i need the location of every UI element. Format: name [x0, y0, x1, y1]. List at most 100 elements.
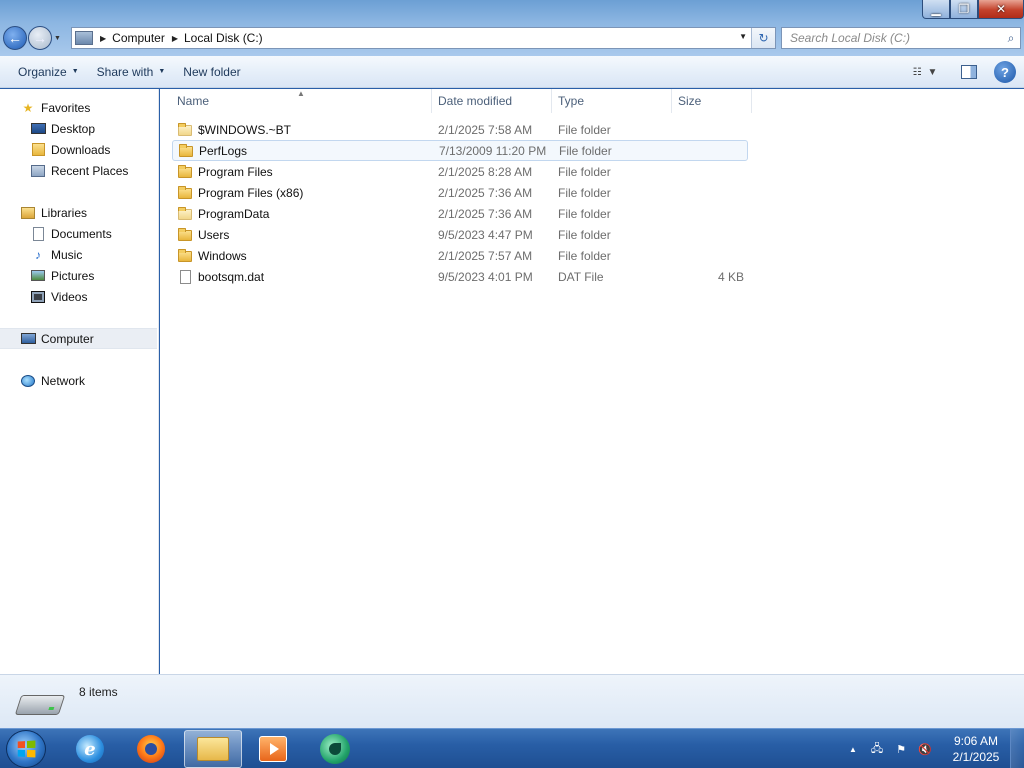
back-arrow-icon: ← [8, 30, 22, 46]
nav-libraries-label: Libraries [41, 205, 88, 220]
volume-muted-icon[interactable]: 🔇 [916, 740, 934, 758]
restore-icon: ❐ [958, 2, 970, 16]
chevron-down-icon: ▼ [71, 68, 79, 75]
show-desktop-button[interactable] [1010, 729, 1024, 768]
forward-button[interactable]: → [28, 26, 52, 50]
refresh-button[interactable]: ↻ [751, 28, 775, 48]
share-with-button[interactable]: Share with ▼ [88, 60, 175, 84]
nav-desktop[interactable]: Desktop [0, 118, 157, 139]
details-pane: 8 items [0, 674, 1024, 728]
command-bar: Organize ▼ Share with ▼ New folder ☷ ▼ ? [0, 56, 1024, 88]
file-row[interactable]: Users 9/5/2023 4:47 PM File folder [172, 224, 748, 245]
media-player-icon [259, 736, 287, 762]
nav-recent-places-label: Recent Places [51, 163, 129, 178]
organize-label: Organize [18, 64, 67, 79]
taskbar-windows-explorer[interactable] [184, 730, 242, 768]
folder-icon [178, 227, 194, 242]
change-view-button[interactable]: ☷ ▼ [904, 60, 946, 84]
file-row-hovered[interactable]: PerfLogs 7/13/2009 11:20 PM File folder [172, 140, 748, 161]
minimize-button[interactable]: ▁ [922, 0, 950, 19]
help-icon: ? [1001, 64, 1009, 80]
taskbar-firefox[interactable] [122, 730, 180, 768]
nav-videos[interactable]: Videos [0, 286, 157, 307]
pictures-icon [30, 269, 46, 283]
taskbar-app[interactable] [306, 730, 364, 768]
clock[interactable]: 9:06 AM 2/1/2025 [942, 733, 1010, 765]
file-row[interactable]: ProgramData 2/1/2025 7:36 AM File folder [172, 203, 748, 224]
chat-app-icon [320, 734, 350, 764]
downloads-icon [30, 143, 46, 157]
search-box[interactable]: Search Local Disk (C:) ⌕ [781, 27, 1021, 49]
nav-downloads[interactable]: Downloads [0, 139, 157, 160]
nav-computer[interactable]: Computer [0, 328, 157, 349]
nav-favorites[interactable]: ★ Favorites [0, 97, 157, 118]
view-controls: ☷ ▼ ? [904, 60, 1016, 84]
nav-downloads-label: Downloads [51, 142, 111, 157]
documents-icon [30, 226, 46, 241]
nav-music[interactable]: ♪ Music [0, 244, 157, 265]
column-header-name[interactable]: ▲ Name [160, 89, 432, 113]
file-name: bootsqm.dat [198, 269, 265, 284]
recent-pages-dropdown[interactable]: ▼ [54, 35, 62, 42]
favorites-star-icon: ★ [22, 100, 34, 115]
file-type: File folder [558, 122, 611, 137]
file-row[interactable]: Program Files 2/1/2025 8:28 AM File fold… [172, 161, 748, 182]
organize-button[interactable]: Organize ▼ [9, 60, 88, 84]
window-controls: ▁ ❐ ✕ [922, 0, 1024, 19]
notification-area: ▲ 🖧 ⚑ 🔇 9:06 AM 2/1/2025 [844, 729, 1024, 768]
maximize-button[interactable]: ❐ [950, 0, 978, 19]
breadcrumb-separator-icon[interactable]: ▶ [100, 34, 106, 43]
file-type: File folder [558, 164, 611, 179]
preview-pane-button[interactable] [956, 60, 982, 84]
search-input[interactable]: Search Local Disk (C:) [790, 31, 1002, 45]
help-button[interactable]: ? [994, 61, 1016, 83]
nav-pictures[interactable]: Pictures [0, 265, 157, 286]
search-icon[interactable]: ⌕ [1002, 29, 1020, 47]
nav-libraries[interactable]: Libraries [0, 202, 157, 223]
forward-arrow-icon: → [33, 30, 47, 46]
address-bar[interactable]: ▶ Computer ▶ Local Disk (C:) ▼ ↻ [71, 27, 776, 49]
file-date: 9/5/2023 4:47 PM [438, 227, 533, 242]
new-folder-label: New folder [183, 64, 241, 79]
breadcrumb-separator-icon[interactable]: ▶ [172, 34, 178, 43]
action-center-flag-icon[interactable]: ⚑ [892, 740, 910, 758]
folder-icon [178, 185, 194, 200]
details-view-icon: ☷ [912, 66, 922, 78]
folder-icon [179, 143, 195, 158]
nav-videos-label: Videos [51, 289, 88, 304]
breadcrumb-computer[interactable]: Computer [112, 31, 165, 45]
column-header-size[interactable]: Size [672, 89, 752, 113]
firefox-icon [137, 735, 165, 763]
show-hidden-icons-icon[interactable]: ▲ [844, 740, 862, 758]
videos-icon [30, 290, 46, 304]
file-row[interactable]: $WINDOWS.~BT 2/1/2025 7:58 AM File folde… [172, 119, 748, 140]
file-type: DAT File [558, 269, 604, 284]
file-name: Program Files (x86) [198, 185, 304, 200]
column-header-type-label: Type [558, 94, 585, 108]
file-name: Windows [198, 248, 247, 263]
new-folder-button[interactable]: New folder [174, 60, 249, 84]
minimize-icon: ▁ [931, 2, 941, 16]
nav-network[interactable]: Network [0, 370, 157, 391]
column-header-date-modified[interactable]: Date modified [432, 89, 552, 113]
folder-icon [178, 248, 194, 263]
column-header-type[interactable]: Type [552, 89, 672, 113]
nav-desktop-label: Desktop [51, 121, 96, 136]
taskbar-media-player[interactable] [244, 730, 302, 768]
start-button[interactable] [6, 730, 46, 768]
back-button[interactable]: ← [3, 26, 27, 50]
file-row[interactable]: bootsqm.dat 9/5/2023 4:01 PM DAT File 4 … [172, 266, 748, 287]
nav-computer-label: Computer [41, 331, 94, 346]
nav-documents[interactable]: Documents [0, 223, 157, 244]
file-name: PerfLogs [199, 143, 248, 158]
file-row[interactable]: Program Files (x86) 2/1/2025 7:36 AM Fil… [172, 182, 748, 203]
nav-network-label: Network [41, 373, 86, 388]
computer-icon [75, 31, 93, 45]
address-history-dropdown-icon[interactable]: ▼ [739, 32, 747, 41]
breadcrumb-local-disk[interactable]: Local Disk (C:) [184, 31, 263, 45]
network-tray-icon[interactable]: 🖧 [868, 740, 886, 758]
file-row[interactable]: Windows 2/1/2025 7:57 AM File folder [172, 245, 748, 266]
taskbar-internet-explorer[interactable]: e [61, 730, 119, 768]
nav-recent-places[interactable]: Recent Places [0, 160, 157, 181]
close-button[interactable]: ✕ [978, 0, 1024, 19]
